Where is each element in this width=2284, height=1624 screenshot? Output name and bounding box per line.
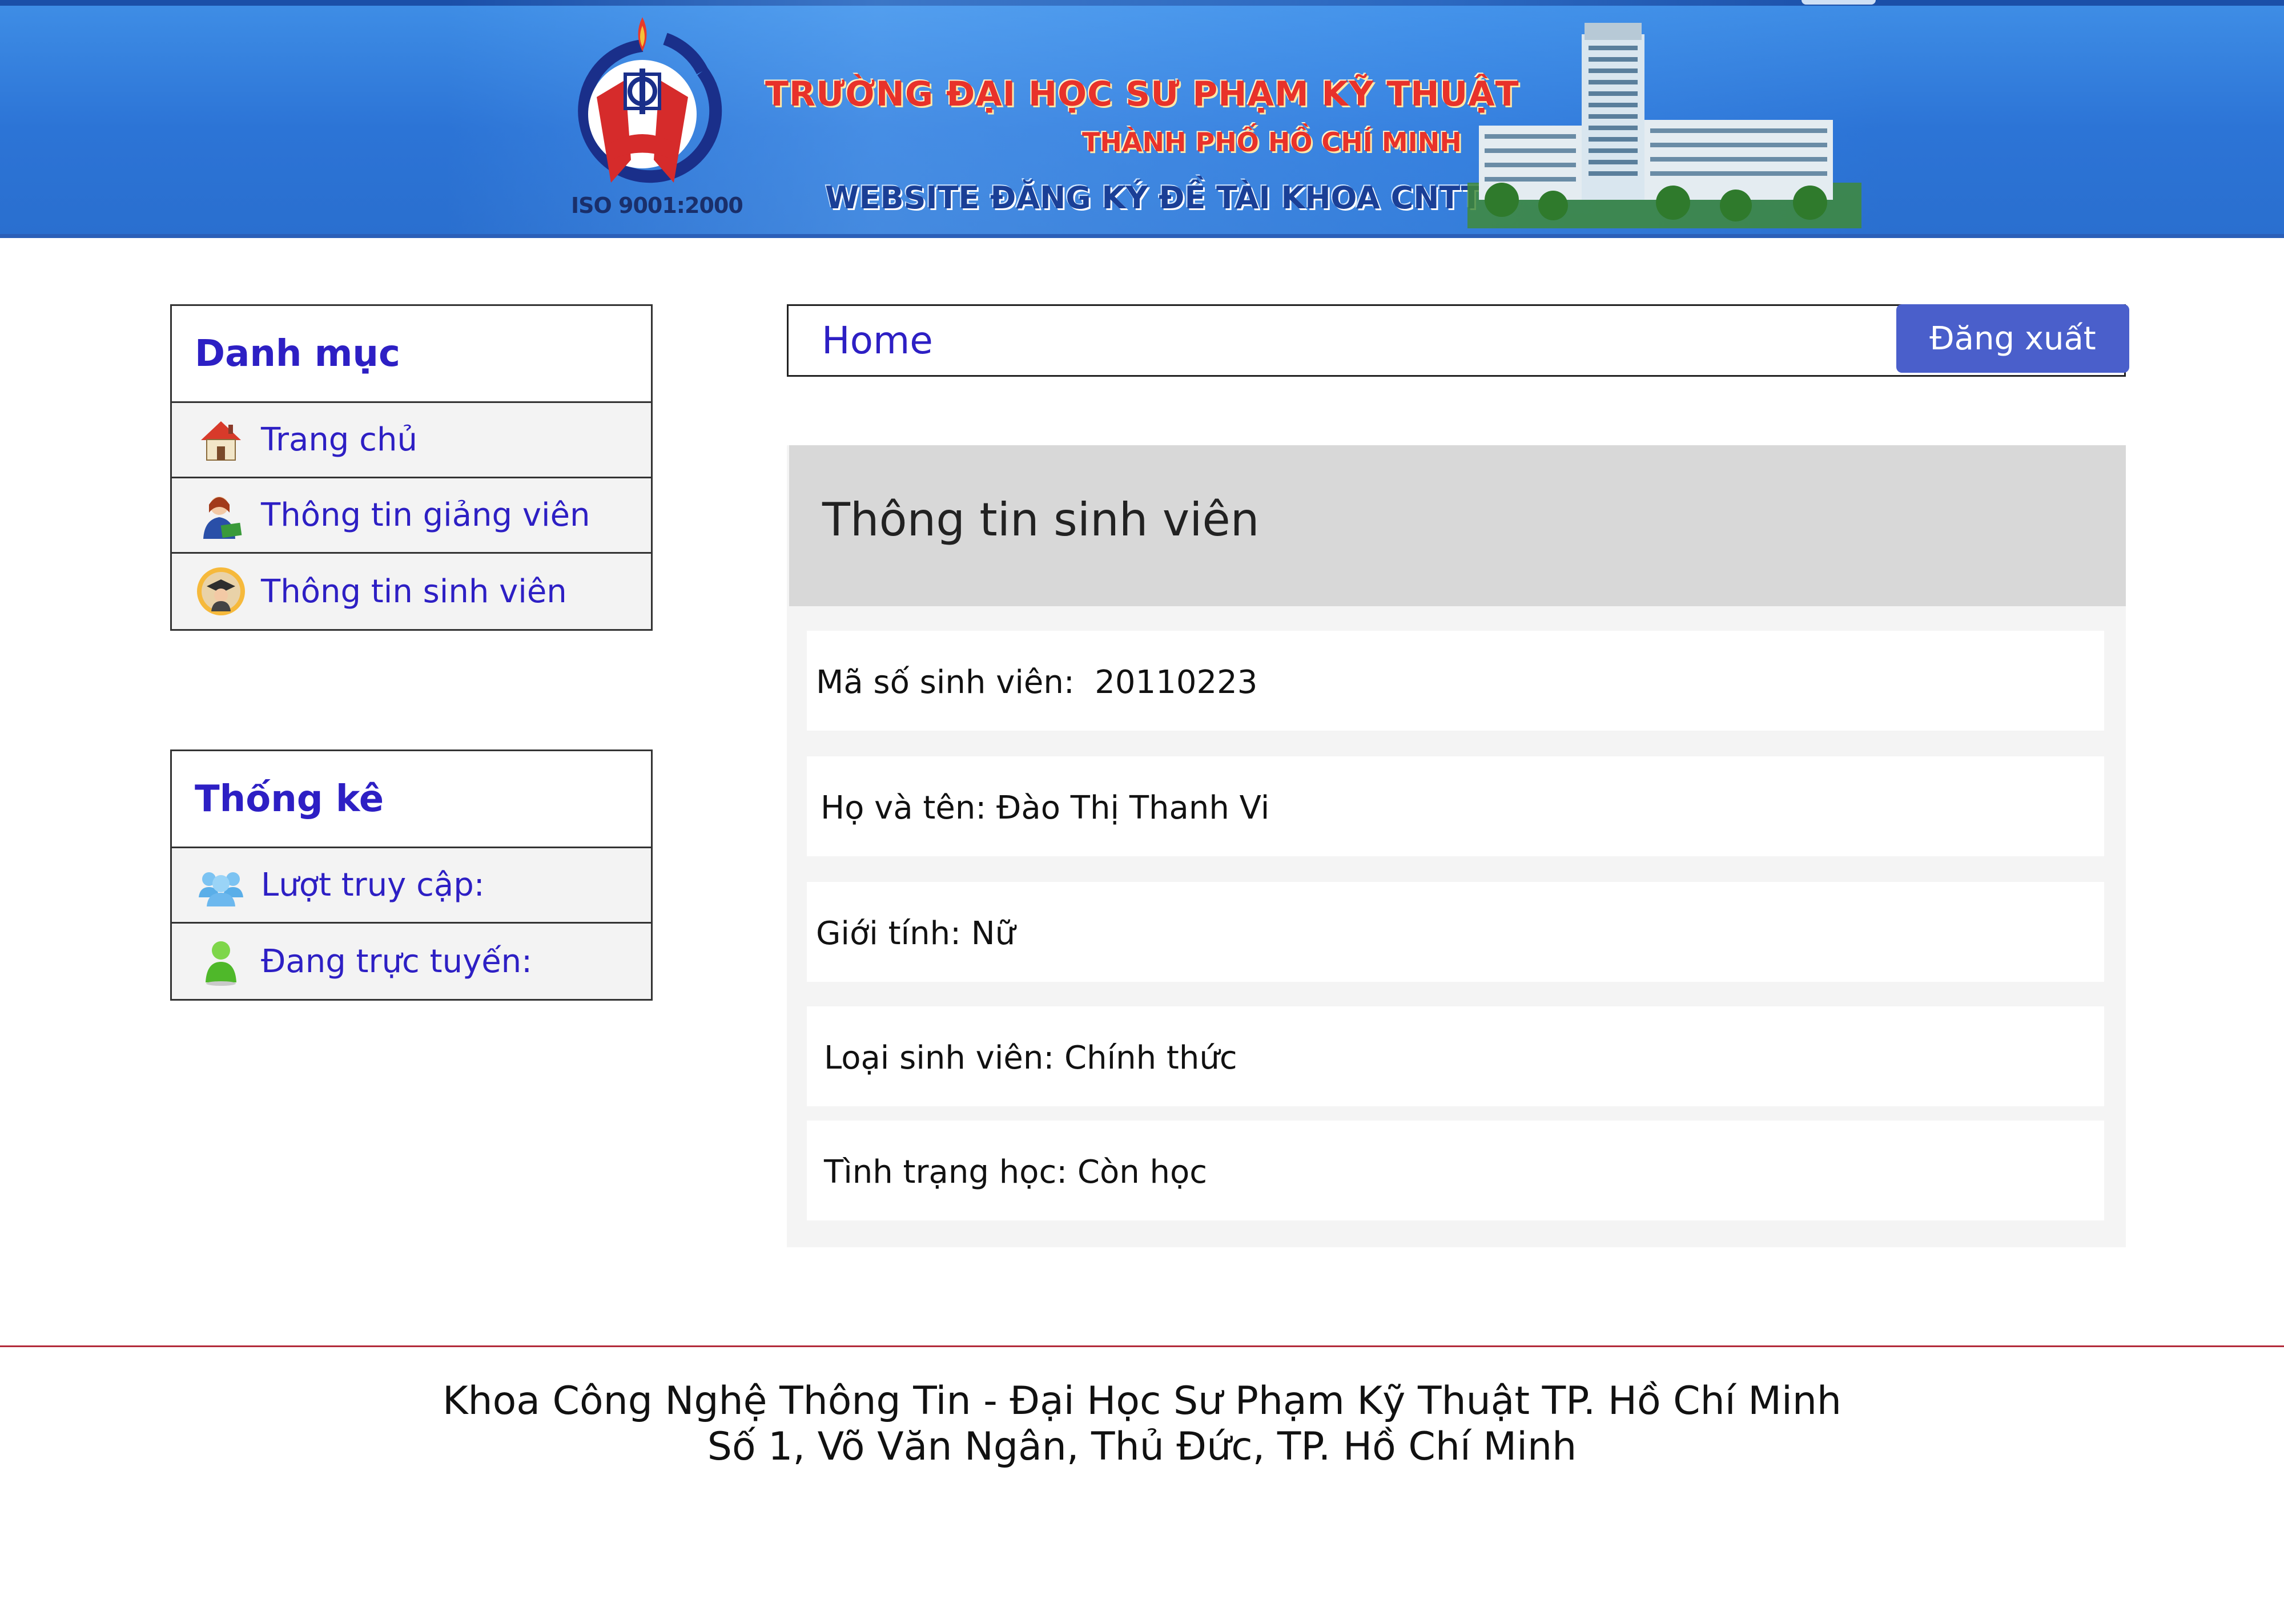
stat-item-label: Đang trực tuyến:	[261, 942, 533, 980]
online-user-icon	[206, 941, 236, 986]
header-banner: ISO 9001:2000 TRƯỜNG ĐẠI HỌC SƯ PHẠM KỸ …	[0, 0, 2284, 238]
student-info-card: Thông tin sinh viên Mã số sinh viên: 201…	[787, 445, 2126, 1247]
stat-item-visits: Lượt truy cập:	[172, 848, 651, 924]
full-name-row: Họ và tên: Đào Thị Thanh Vi	[807, 756, 2104, 856]
full-name-text: Họ và tên: Đào Thị Thanh Vi	[821, 789, 1270, 827]
iso-label: ISO 9001:2000	[571, 193, 743, 218]
house-icon	[201, 421, 241, 461]
sidebar-item-label: Thông tin sinh viên	[261, 573, 567, 610]
stat-item-online: Đang trực tuyến:	[172, 924, 651, 999]
teacher-icon	[203, 496, 242, 539]
banner-title-website: WEBSITE ĐĂNG KÝ ĐỀ TÀI KHOA CNTT	[825, 180, 1482, 216]
student-id-row: Mã số sinh viên: 20110223	[807, 631, 2104, 731]
banner-title-university: TRƯỜNG ĐẠI HỌC SƯ PHẠM KỸ THUẬT	[765, 74, 1519, 114]
sidebar-item-teacher-info[interactable]: Thông tin giảng viên	[172, 478, 651, 554]
category-panel-header: Danh mục	[172, 306, 651, 403]
footer-faculty: Khoa Công Nghệ Thông Tin - Đại Học Sư Ph…	[442, 1379, 1842, 1424]
category-panel-title: Danh mục	[195, 332, 400, 375]
statistics-panel: Thống kê Lượt truy cập: Đang trực tuyến:	[170, 749, 653, 1001]
student-info-title: Thông tin sinh viên	[822, 493, 1260, 546]
top-navbar: Home Đăng xuất	[787, 304, 2129, 377]
gender-row: Giới tính: Nữ	[807, 882, 2104, 982]
sidebar-item-label: Trang chủ	[261, 421, 417, 458]
users-group-icon	[199, 872, 243, 906]
student-id-text: Mã số sinh viên: 20110223	[816, 664, 1258, 701]
university-logo-icon	[578, 17, 722, 183]
study-status-row: Tình trạng học: Còn học	[807, 1121, 2104, 1220]
home-link[interactable]: Home	[822, 319, 933, 362]
campus-building-icon	[1467, 23, 1861, 228]
sidebar-item-label: Thông tin giảng viên	[261, 497, 590, 534]
student-type-text: Loại sinh viên: Chính thức	[824, 1039, 1237, 1077]
statistics-panel-header: Thống kê	[172, 751, 651, 848]
banner-title-city: THÀNH PHỐ HỒ CHÍ MINH	[1082, 127, 1462, 158]
study-status-text: Tình trạng học: Còn học	[824, 1154, 1208, 1191]
graduate-icon	[197, 567, 245, 615]
sidebar-item-home[interactable]: Trang chủ	[172, 403, 651, 478]
sidebar-item-student-info[interactable]: Thông tin sinh viên	[172, 554, 651, 629]
student-type-row: Loại sinh viên: Chính thức	[807, 1006, 2104, 1106]
footer-divider	[0, 1345, 2284, 1347]
statistics-panel-title: Thống kê	[195, 777, 384, 820]
stat-item-label: Lượt truy cập:	[261, 867, 485, 904]
footer-address: Số 1, Võ Văn Ngân, Thủ Đức, TP. Hồ Chí M…	[707, 1424, 1577, 1469]
banner-tab-notch	[1802, 0, 1876, 5]
category-panel: Danh mục Trang chủ Thông tin giảng viên	[170, 304, 653, 631]
student-info-header: Thông tin sinh viên	[789, 445, 2126, 606]
logout-button[interactable]: Đăng xuất	[1896, 304, 2129, 373]
gender-text: Giới tính: Nữ	[816, 915, 1016, 952]
